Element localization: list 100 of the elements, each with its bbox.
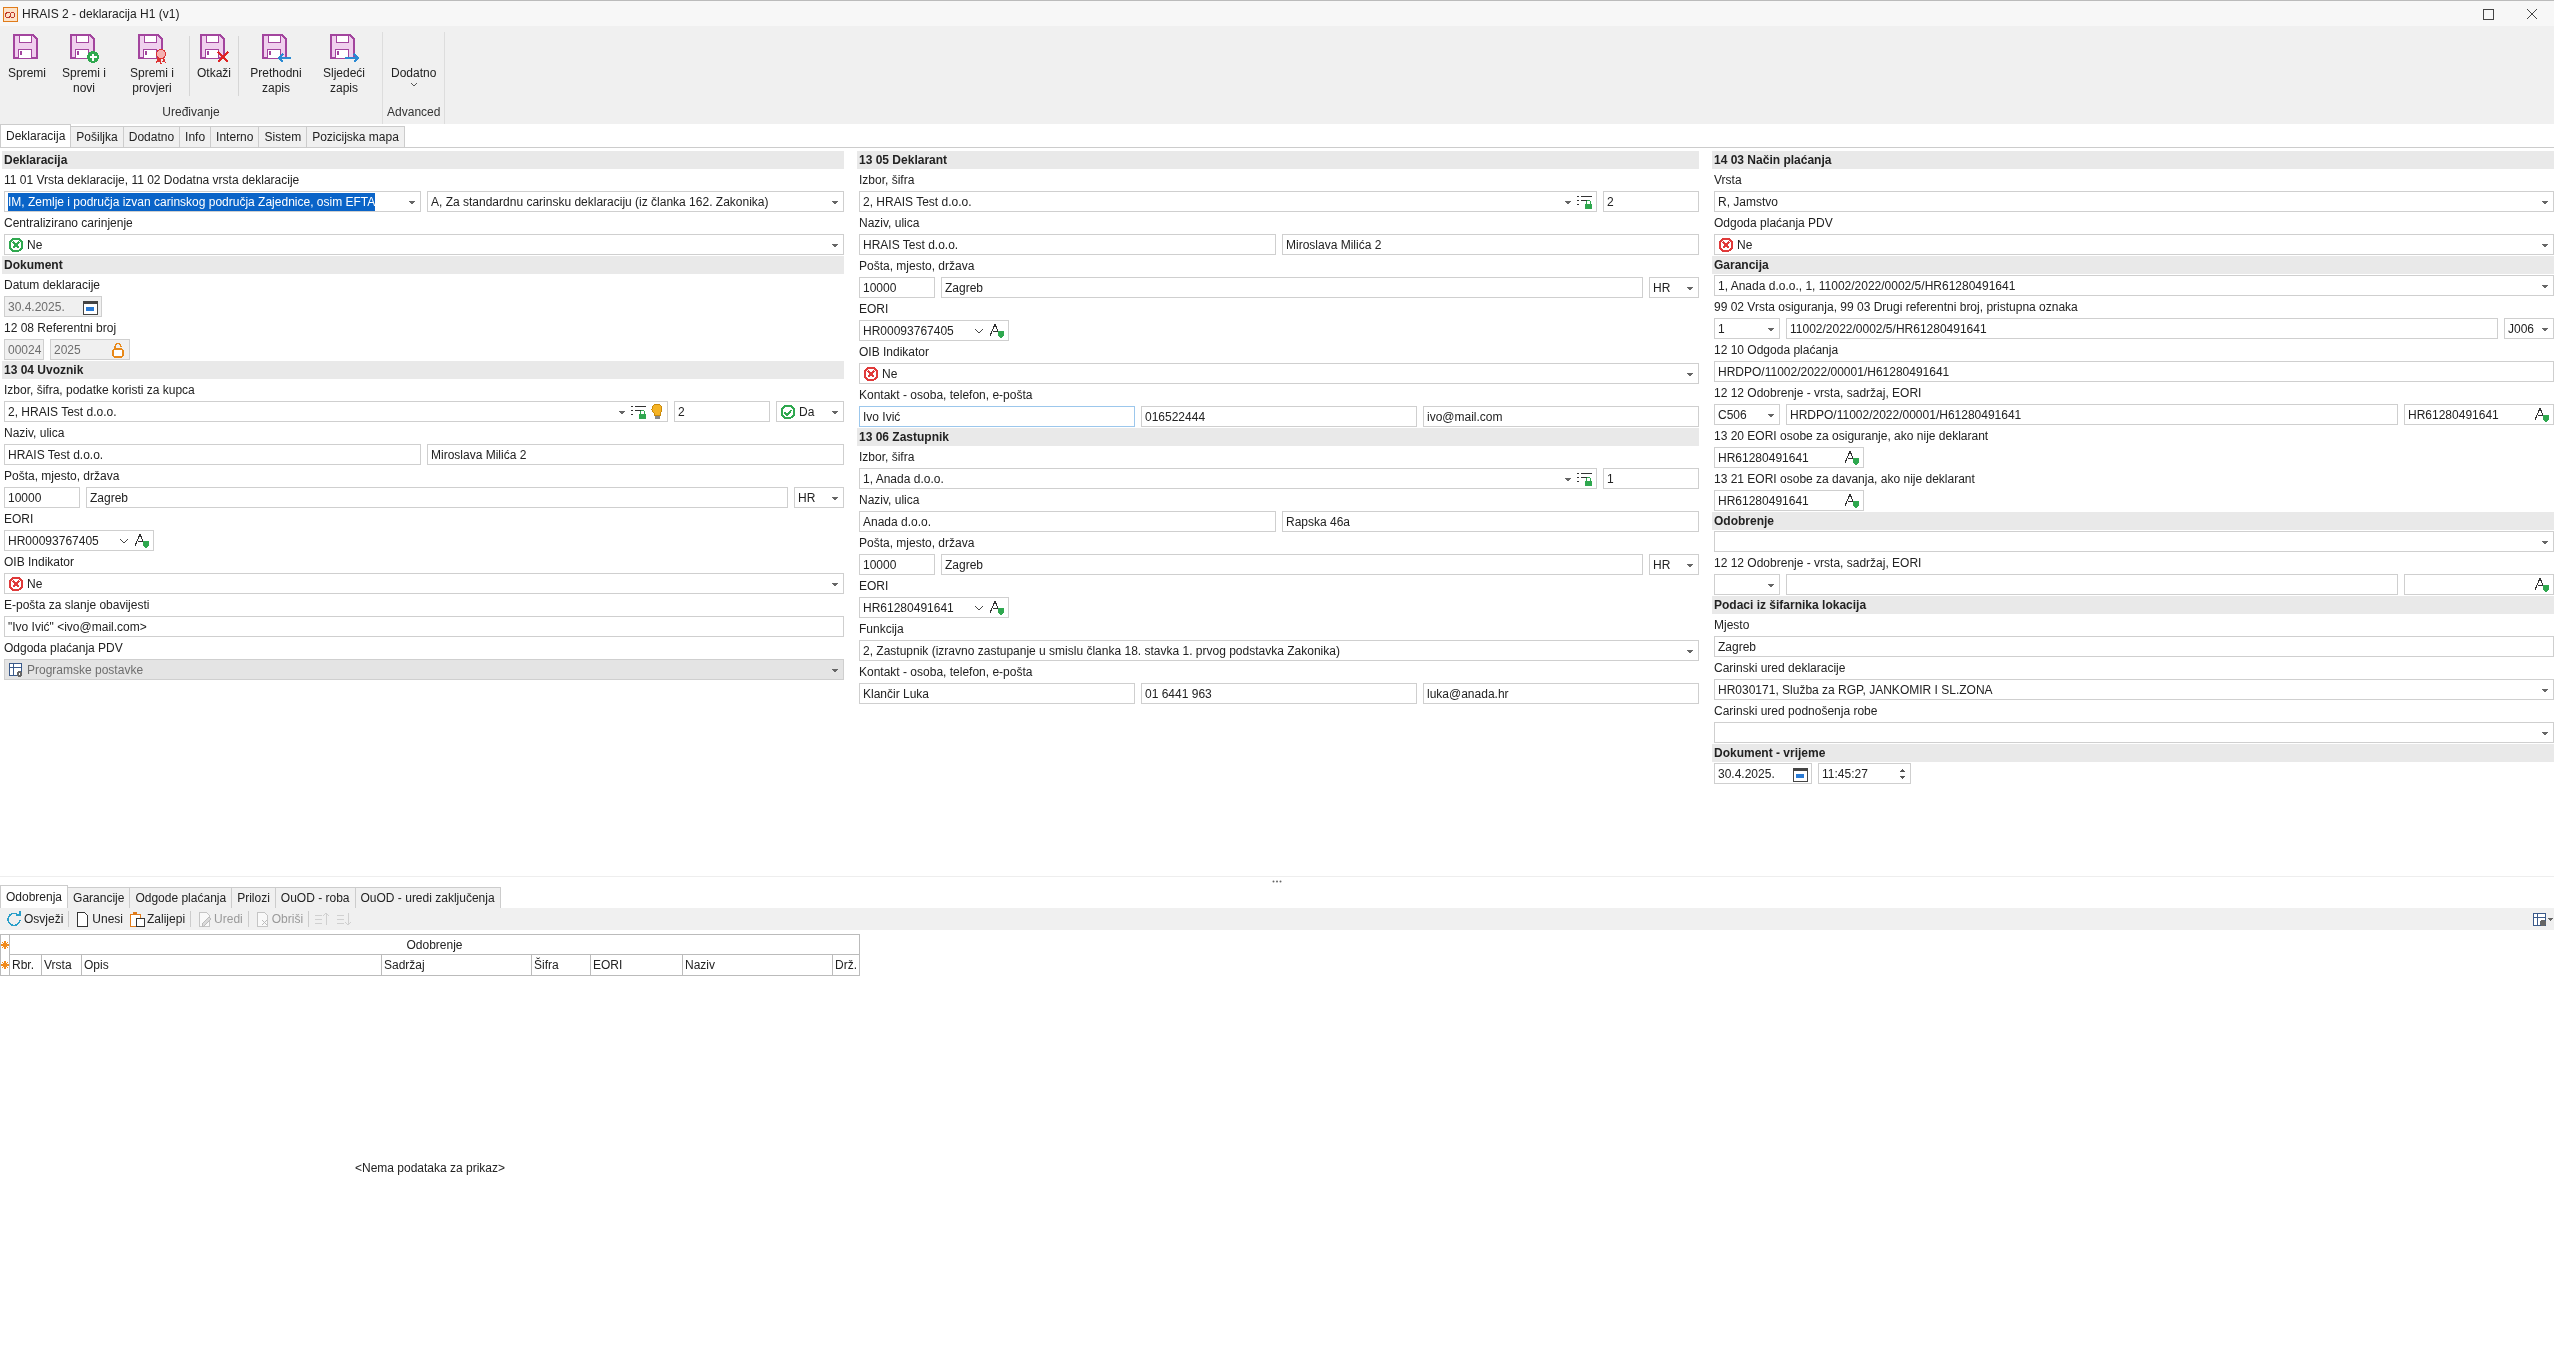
tab[interactable]: Dodatno xyxy=(122,126,181,147)
column-header[interactable]: EORI xyxy=(590,955,682,975)
text-field[interactable]: 11002/2022/0002/5/HR61280491641 xyxy=(1786,318,2498,339)
cancel-button[interactable]: Otkaži xyxy=(193,32,236,81)
list-lock-icon xyxy=(630,403,647,420)
section-header: Deklaracija xyxy=(2,151,844,169)
field-label: Izbor, šifra xyxy=(858,172,916,189)
dropdown-field[interactable]: J006 xyxy=(2504,318,2554,339)
dropdown-field[interactable] xyxy=(1714,722,2554,743)
save-and-new-button[interactable]: Spremi i novi xyxy=(50,32,118,96)
dropdown-field[interactable]: Da xyxy=(776,401,844,422)
text-field[interactable]: "Ivo Ivić" <ivo@mail.com> xyxy=(4,616,844,637)
tab[interactable]: Sistem xyxy=(258,126,308,147)
time-field[interactable]: 11:45:27 xyxy=(1818,763,1911,784)
tab[interactable]: Odgode plaćanja xyxy=(129,887,233,908)
text-field[interactable]: HR61280491641 xyxy=(859,597,1009,618)
previous-record-button[interactable]: Prethodni zapis xyxy=(242,32,311,96)
text-field[interactable]: Klančir Luka xyxy=(859,683,1135,704)
next-record-button[interactable]: Sljedeći zapis xyxy=(310,32,379,96)
dropdown-field[interactable]: 2, Zastupnik (izravno zastupanje u smislu članka 18. stavka 1. prvog podstavka Zakonika) xyxy=(859,640,1699,661)
paste-button[interactable]: Zalijepi xyxy=(126,909,189,929)
text-field[interactable]: HRDPO/11002/2022/00001/H61280491641 xyxy=(1786,404,2398,425)
text-field[interactable]: ivo@mail.com xyxy=(1423,406,1699,427)
text-field[interactable]: luka@anada.hr xyxy=(1423,683,1699,704)
dropdown-field[interactable]: 1, Anada d.o.o., 1, 11002/2022/0002/5/HR61280491641 xyxy=(1714,275,2554,296)
column-header[interactable]: Naziv xyxy=(682,955,832,975)
text-field[interactable]: HRAIS Test d.o.o. xyxy=(859,234,1276,255)
dropdown-field[interactable]: A, Za standardnu carinsku deklaraciju (iz članka 162. Zakonika) xyxy=(427,191,844,212)
text-field[interactable]: HR61280491641 xyxy=(2404,404,2554,425)
dropdown-field[interactable] xyxy=(1714,531,2554,552)
text-field[interactable] xyxy=(2404,574,2554,595)
tab[interactable]: Deklaracija xyxy=(0,124,72,147)
dropdown-field[interactable]: 2, HRAIS Test d.o.o. xyxy=(859,191,1597,212)
dropdown-field[interactable]: Ne xyxy=(1714,234,2554,255)
dropdown-field[interactable]: 1 xyxy=(1714,318,1780,339)
column-header[interactable]: Šifra xyxy=(531,955,590,975)
tab[interactable]: Interno xyxy=(210,126,260,147)
text-field[interactable]: Miroslava Milića 2 xyxy=(1282,234,1699,255)
text-field[interactable]: 1 xyxy=(1603,468,1699,489)
text-field[interactable]: HR00093767405 xyxy=(4,530,154,551)
field-label: Centralizirano carinjenje xyxy=(3,215,134,232)
column-header[interactable]: Opis xyxy=(81,955,381,975)
text-field[interactable]: Zagreb xyxy=(941,277,1643,298)
save-button[interactable]: Spremi xyxy=(4,32,50,81)
tab[interactable]: OuOD - uredi zaključenja xyxy=(354,887,501,908)
text-field[interactable]: 01 6441 963 xyxy=(1141,683,1417,704)
text-field[interactable]: Zagreb xyxy=(86,487,788,508)
text-field[interactable]: Miroslava Milića 2 xyxy=(427,444,844,465)
new-button[interactable]: Unesi xyxy=(71,909,127,929)
text-field[interactable]: HRAIS Test d.o.o. xyxy=(4,444,421,465)
text-field[interactable]: Anada d.o.o. xyxy=(859,511,1276,532)
dropdown-field[interactable]: HR xyxy=(1649,554,1699,575)
splitter-grip[interactable] xyxy=(1272,880,1282,883)
tab[interactable]: OuOD - roba xyxy=(274,887,356,908)
text-field[interactable]: HRDPO/11002/2022/00001/H61280491641 xyxy=(1714,361,2554,382)
text-field[interactable]: 10000 xyxy=(859,277,935,298)
chevron-down-icon xyxy=(408,81,419,89)
tab[interactable]: Garancije xyxy=(67,887,131,908)
section-header: Garancija xyxy=(1712,256,2554,274)
column-header[interactable]: Sadržaj xyxy=(381,955,531,975)
text-field[interactable]: 10000 xyxy=(4,487,80,508)
column-header[interactable]: Vrsta xyxy=(41,955,81,975)
text-field[interactable]: HR61280491641 xyxy=(1714,447,1864,468)
tab[interactable]: Prilozi xyxy=(231,887,276,908)
text-field[interactable]: Zagreb xyxy=(941,554,1643,575)
dropdown-field[interactable]: Ne xyxy=(4,234,844,255)
dropdown-field[interactable]: HR030171, Služba za RGP, JANKOMIR I SL.ZONA xyxy=(1714,679,2554,700)
date-field[interactable]: 30.4.2025. xyxy=(1714,763,1812,784)
text-field[interactable]: Zagreb xyxy=(1714,636,2554,657)
dropdown-field[interactable]: 1, Anada d.o.o. xyxy=(859,468,1597,489)
dropdown-field[interactable]: 2, HRAIS Test d.o.o. xyxy=(4,401,668,422)
group-label: Uređivanje xyxy=(162,104,220,121)
text-field[interactable]: 10000 xyxy=(859,554,935,575)
dropdown-field[interactable]: IM, Zemlje i područja izvan carinskog područja Zajednice, osim EFTA xyxy=(4,191,421,212)
dropdown-field[interactable]: HR xyxy=(794,487,844,508)
text-field[interactable]: 016522444 xyxy=(1141,406,1417,427)
column-header[interactable]: Rbr. xyxy=(9,955,41,975)
refresh-button[interactable]: Osvježi xyxy=(3,909,67,929)
dropdown-field[interactable]: R, Jamstvo xyxy=(1714,191,2554,212)
column-header[interactable]: Drž. xyxy=(832,955,859,975)
text-field[interactable] xyxy=(1786,574,2398,595)
dropdown-field[interactable]: Ne xyxy=(4,573,844,594)
more-dropdown-button[interactable]: Dodatno xyxy=(387,32,441,89)
table-gear-icon xyxy=(8,661,24,678)
tab[interactable]: Info xyxy=(179,126,212,147)
text-field[interactable]: HR61280491641 xyxy=(1714,490,1864,511)
lines-up-arrow-icon xyxy=(314,911,331,927)
tab[interactable]: Pošiljka xyxy=(70,126,124,147)
text-field[interactable]: Ivo Ivić xyxy=(859,406,1135,427)
text-field[interactable]: 2 xyxy=(1603,191,1699,212)
text-field[interactable]: 2 xyxy=(674,401,770,422)
dropdown-field[interactable]: Ne xyxy=(859,363,1699,384)
dropdown-field[interactable] xyxy=(1714,574,1780,595)
tab[interactable]: Odobrenja xyxy=(0,885,69,908)
dropdown-field[interactable]: HR xyxy=(1649,277,1699,298)
text-field[interactable]: Rapska 46a xyxy=(1282,511,1699,532)
save-and-check-button[interactable]: Spremi i provjeri xyxy=(118,32,186,96)
text-field[interactable]: HR00093767405 xyxy=(859,320,1009,341)
tab[interactable]: Pozicijska mapa xyxy=(306,126,405,147)
dropdown-field[interactable]: C506 xyxy=(1714,404,1780,425)
